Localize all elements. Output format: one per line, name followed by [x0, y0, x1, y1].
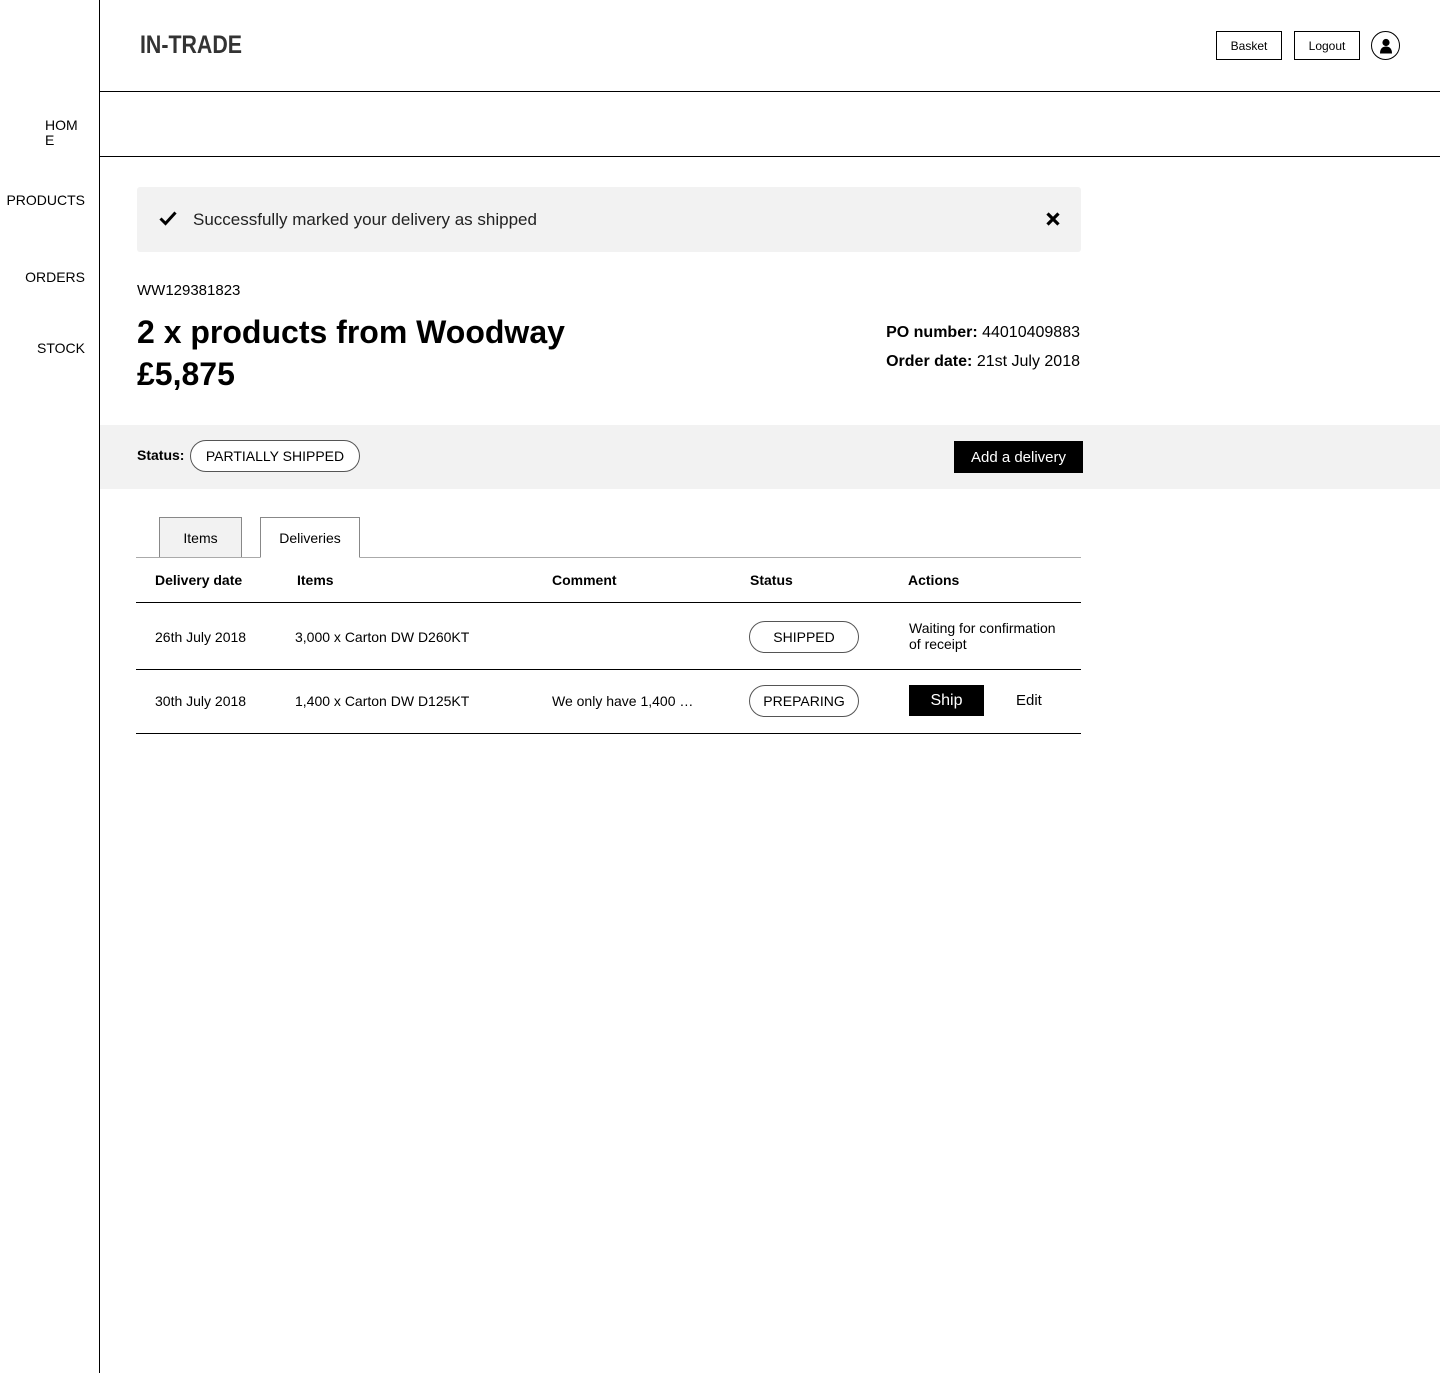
order-total: £5,875	[137, 356, 235, 392]
success-alert: Successfully marked your delivery as shi…	[137, 187, 1081, 252]
status-label: Status:	[137, 447, 185, 463]
edit-link[interactable]: Edit	[1016, 692, 1042, 709]
sidebar-item-products[interactable]: PRODUCTS	[6, 192, 85, 208]
alert-message: Successfully marked your delivery as shi…	[193, 210, 537, 229]
basket-button[interactable]: Basket	[1216, 31, 1282, 60]
column-header-status: Status	[750, 572, 793, 588]
po-number-value: 44010409883	[982, 324, 1080, 341]
logo-text: IN-TRADE	[140, 31, 242, 59]
page-title: 2 x products from Woodway	[137, 314, 565, 350]
sidebar-item-label: HOM	[45, 117, 78, 133]
sidebar-item-stock[interactable]: STOCK	[37, 340, 85, 356]
po-number: PO number: 44010409883	[886, 324, 1080, 342]
order-date-value: 21st July 2018	[976, 353, 1080, 370]
tab-deliveries[interactable]: Deliveries	[260, 517, 360, 558]
top-header: IN-TRADE Basket Logout	[100, 0, 1440, 92]
table-row-divider	[136, 669, 1081, 670]
delivery-action-text: Waiting for confirmation of receipt	[909, 620, 1056, 652]
close-icon[interactable]	[1045, 211, 1061, 227]
delivery-items: 3,000 x Carton DW D260KT	[295, 629, 470, 645]
column-header-delivery-date: Delivery date	[155, 572, 243, 588]
po-number-label: PO number:	[886, 324, 978, 341]
order-reference: WW129381823	[137, 282, 241, 299]
delivery-status-badge: SHIPPED	[749, 621, 859, 653]
table-row-divider	[136, 733, 1081, 734]
sidebar-item-home[interactable]: HOM E	[45, 118, 85, 148]
check-icon	[159, 211, 177, 226]
delivery-date: 30th July 2018	[155, 693, 247, 709]
column-header-actions: Actions	[908, 572, 960, 588]
sub-header	[100, 92, 1440, 157]
sidebar-nav: HOM E PRODUCTS ORDERS STOCK	[0, 0, 100, 1373]
delivery-date: 26th July 2018	[155, 629, 247, 645]
tab-items[interactable]: Items	[159, 517, 242, 558]
delivery-comment: We only have 1,400 …	[552, 693, 694, 709]
status-badge: PARTIALLY SHIPPED	[190, 440, 360, 472]
delivery-items: 1,400 x Carton DW D125KT	[295, 693, 470, 709]
user-icon[interactable]	[1371, 31, 1400, 60]
order-status-bar: Status: PARTIALLY SHIPPED Add a delivery	[100, 425, 1440, 489]
sidebar-item-label: E	[45, 132, 55, 148]
order-date: Order date: 21st July 2018	[886, 353, 1080, 371]
sidebar-item-orders[interactable]: ORDERS	[25, 269, 85, 285]
ship-button[interactable]: Ship	[909, 685, 984, 716]
order-date-label: Order date:	[886, 353, 973, 370]
table-header-divider	[136, 602, 1081, 603]
delivery-status-badge: PREPARING	[749, 685, 859, 717]
column-header-comment: Comment	[552, 572, 617, 588]
add-delivery-button[interactable]: Add a delivery	[954, 441, 1083, 473]
column-header-items: Items	[297, 572, 334, 588]
logout-button[interactable]: Logout	[1294, 31, 1360, 60]
in-trade-logo[interactable]: IN-TRADE	[140, 30, 245, 60]
